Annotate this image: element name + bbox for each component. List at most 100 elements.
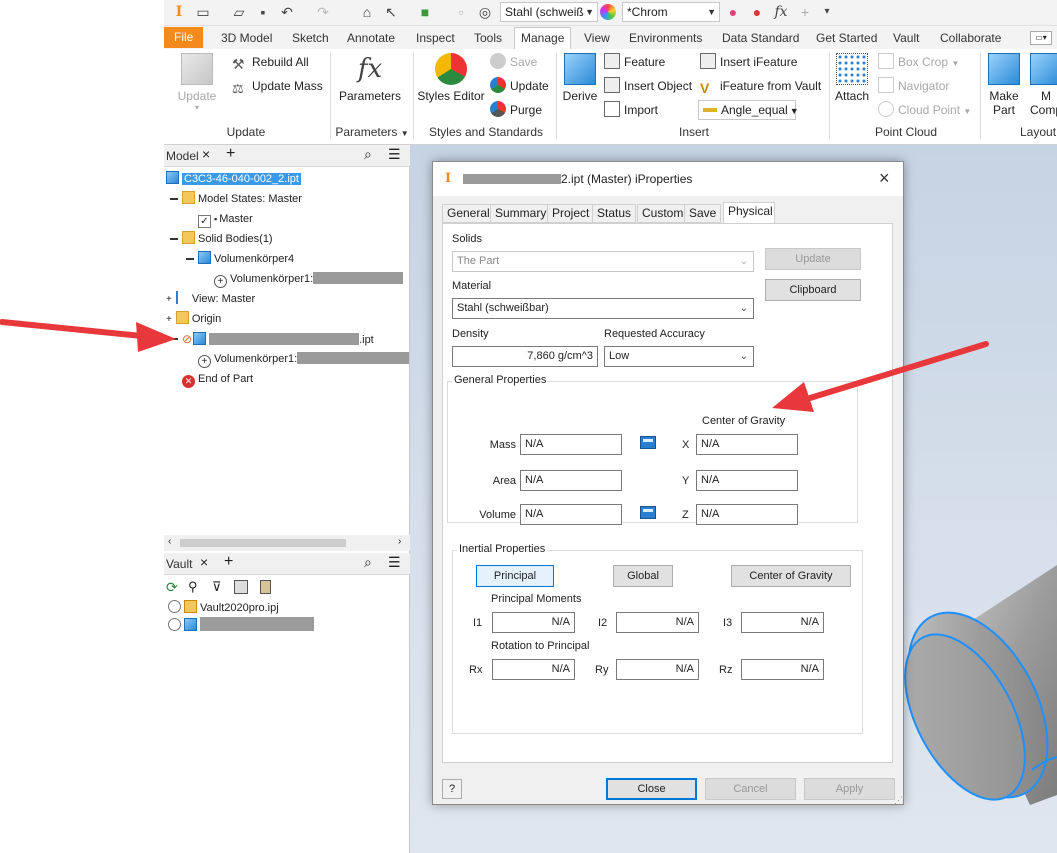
update-button[interactable]: Update ▾ bbox=[176, 53, 218, 112]
redo-icon[interactable]: ↷ bbox=[314, 3, 332, 21]
select-icon[interactable]: ↖ bbox=[382, 3, 400, 21]
cloud-point-button[interactable]: Cloud Point ▼ bbox=[878, 100, 971, 120]
tab-physical[interactable]: Physical bbox=[723, 202, 775, 224]
update-mass-button[interactable]: ⚖ Update Mass bbox=[232, 76, 323, 96]
tab-project[interactable]: Project bbox=[547, 204, 595, 223]
plus-icon[interactable]: + bbox=[796, 3, 814, 21]
vault-item-part[interactable] bbox=[168, 617, 314, 635]
i2-field[interactable]: N/A bbox=[616, 612, 699, 633]
tab-custom[interactable]: Custom bbox=[637, 204, 689, 223]
measure-icon[interactable]: ▫ bbox=[452, 3, 470, 21]
open-icon[interactable]: ▱ bbox=[230, 3, 248, 21]
tree-item-view-master[interactable]: + View: Master bbox=[166, 290, 255, 308]
material-select[interactable]: Stahl (schweißbar) ⌄ bbox=[452, 298, 754, 319]
appearance-combo[interactable]: *Chrom ▼ bbox=[622, 2, 720, 22]
tree-item-solid-bodies[interactable]: Solid Bodies(1) bbox=[182, 230, 273, 248]
styles-editor-button[interactable]: Styles Editor bbox=[416, 53, 486, 103]
tab-tools[interactable]: Tools bbox=[468, 29, 508, 49]
z-field[interactable]: N/A bbox=[696, 504, 798, 525]
principal-button[interactable]: Principal bbox=[476, 565, 554, 587]
volume-field[interactable]: N/A bbox=[520, 504, 622, 525]
close-icon[interactable]: × bbox=[202, 146, 210, 162]
parameters-group-label[interactable]: Parameters ▼ bbox=[334, 125, 410, 139]
tab-vault[interactable]: Vault bbox=[887, 29, 925, 49]
tab-manage[interactable]: Manage bbox=[514, 27, 572, 49]
area-field[interactable]: N/A bbox=[520, 470, 622, 491]
density-field[interactable]: 7,860 g/cm^3 bbox=[452, 346, 598, 367]
scrollbar-thumb[interactable] bbox=[180, 539, 346, 547]
inventor-logo-icon[interactable]: I bbox=[170, 3, 188, 21]
properties-icon[interactable] bbox=[234, 580, 248, 594]
tab-data-standard[interactable]: Data Standard bbox=[716, 29, 805, 49]
help-button[interactable]: ? bbox=[442, 779, 462, 799]
collapse-icon[interactable] bbox=[186, 258, 194, 260]
tab-annotate[interactable]: Annotate bbox=[341, 29, 401, 49]
tree-item-volumenkoerper1[interactable]: + Volumenkörper1: bbox=[214, 270, 404, 288]
rz-field[interactable]: N/A bbox=[741, 659, 824, 680]
tree-item-model-states[interactable]: Model States: Master bbox=[182, 190, 302, 208]
tab-3d-model[interactable]: 3D Model bbox=[215, 29, 278, 49]
plus-icon[interactable]: + bbox=[224, 553, 233, 571]
color-wheel-icon[interactable] bbox=[600, 4, 616, 20]
calculator-icon[interactable] bbox=[640, 436, 656, 449]
insert-object-button[interactable]: Insert Object bbox=[604, 76, 692, 96]
new-icon[interactable]: ▭ bbox=[194, 3, 212, 21]
parameters-button[interactable]: fx Parameters bbox=[338, 53, 402, 103]
tab-file[interactable]: File bbox=[164, 27, 204, 48]
vault-item-project[interactable]: Vault2020pro.ipj bbox=[168, 599, 279, 617]
appearance-icon[interactable]: ◎ bbox=[476, 3, 494, 21]
search-icon[interactable]: ⌕ bbox=[364, 146, 372, 163]
make-components-button[interactable]: M Comp bbox=[1026, 53, 1057, 117]
save-icon[interactable]: ▪ bbox=[254, 3, 272, 21]
tab-sketch[interactable]: Sketch bbox=[286, 29, 335, 49]
i1-field[interactable]: N/A bbox=[492, 612, 575, 633]
ry-field[interactable]: N/A bbox=[616, 659, 699, 680]
tab-environments[interactable]: Environments bbox=[623, 29, 708, 49]
undo-icon[interactable]: ↶ bbox=[278, 3, 296, 21]
plus-icon[interactable]: + bbox=[226, 145, 235, 163]
tree-item-volumenkoerper1-derived[interactable]: + Volumenkörper1: bbox=[198, 350, 410, 368]
insert-ifeature-button[interactable]: Insert iFeature bbox=[700, 52, 797, 72]
i3-field[interactable]: N/A bbox=[741, 612, 824, 633]
resize-grip-icon[interactable]: ⋰ bbox=[894, 795, 903, 806]
styles-update-button[interactable]: Update bbox=[490, 76, 549, 96]
attach-button[interactable]: Attach bbox=[832, 53, 872, 103]
tab-inspect[interactable]: Inspect bbox=[410, 29, 461, 49]
import-button[interactable]: Import bbox=[604, 100, 658, 120]
refresh-icon[interactable]: ⟳ bbox=[166, 579, 178, 596]
ifeature-from-vault-button[interactable]: ViFeature from Vault bbox=[700, 76, 821, 96]
search-vault-icon[interactable]: ⚲ bbox=[188, 579, 198, 595]
y-field[interactable]: N/A bbox=[696, 470, 798, 491]
x-field[interactable]: N/A bbox=[696, 434, 798, 455]
menu-icon[interactable]: ☰ bbox=[388, 554, 401, 571]
box-crop-button[interactable]: Box Crop ▼ bbox=[878, 52, 959, 72]
scroll-right-icon[interactable]: › bbox=[398, 536, 401, 547]
tab-summary[interactable]: Summary bbox=[490, 204, 552, 223]
accuracy-select[interactable]: Low ⌄ bbox=[604, 346, 754, 367]
rx-field[interactable]: N/A bbox=[492, 659, 575, 680]
adjust-icon[interactable]: ● bbox=[724, 3, 742, 21]
tab-get-started[interactable]: Get Started bbox=[810, 29, 883, 49]
mass-field[interactable]: N/A bbox=[520, 434, 622, 455]
clipboard-button[interactable]: Clipboard bbox=[765, 279, 861, 301]
home-icon[interactable]: ⌂ bbox=[358, 3, 376, 21]
update-button[interactable]: Update bbox=[765, 248, 861, 270]
close-icon[interactable]: × bbox=[879, 168, 890, 189]
tab-general[interactable]: General bbox=[442, 204, 495, 223]
cancel-button[interactable]: Cancel bbox=[705, 778, 796, 800]
styles-save-button[interactable]: Save bbox=[490, 52, 537, 72]
material-combo[interactable]: Stahl (schweiß ▼ bbox=[500, 2, 598, 22]
expand-icon[interactable]: + bbox=[166, 294, 172, 305]
scroll-left-icon[interactable]: ‹ bbox=[168, 536, 171, 547]
customize-icon[interactable]: ▾ bbox=[818, 3, 836, 21]
expand-icon[interactable]: + bbox=[166, 314, 172, 325]
collapse-icon[interactable] bbox=[170, 238, 178, 240]
close-button[interactable]: Close bbox=[606, 778, 697, 800]
purge-button[interactable]: Purge bbox=[490, 100, 542, 120]
center-of-gravity-button[interactable]: Center of Gravity bbox=[731, 565, 851, 587]
menu-icon[interactable]: ☰ bbox=[388, 146, 401, 163]
tree-item-end-of-part[interactable]: ✕ End of Part bbox=[182, 370, 253, 388]
derive-button[interactable]: Derive bbox=[560, 53, 600, 103]
tab-status[interactable]: Status bbox=[592, 204, 637, 223]
solids-select[interactable]: The Part ⌄ bbox=[452, 251, 754, 272]
